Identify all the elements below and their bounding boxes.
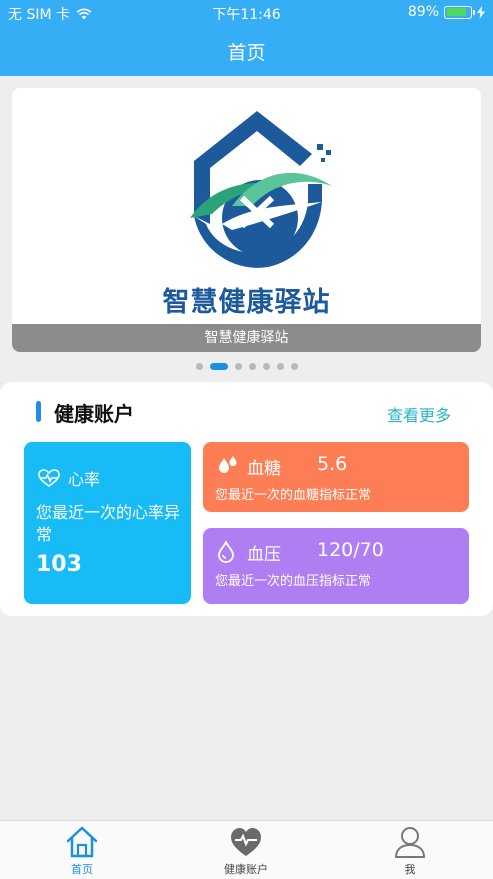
bottom-tab-bar: 首页 健康账户 我 [0, 820, 493, 879]
heart-icon [231, 828, 261, 856]
person-icon [394, 827, 426, 858]
carousel-dot[interactable] [276, 363, 284, 370]
tab-health-account[interactable]: 健康账户 [186, 825, 306, 877]
health-account-card: 健康账户 查看更多 心率 您最近一次的心率异常 103 血糖 5.6 您最近一次… [0, 382, 493, 616]
status-bar: 无 SIM 卡 下午11:46 89% [0, 0, 493, 26]
heart-rate-label: 心率 [68, 470, 101, 489]
blood-sugar-tile[interactable]: 血糖 5.6 您最近一次的血糖指标正常 [203, 442, 469, 512]
blood-pressure-tile[interactable]: 血压 120/70 您最近一次的血压指标正常 [203, 528, 469, 604]
carousel-dot[interactable] [262, 363, 270, 370]
home-icon [66, 826, 98, 858]
tab-health-account-label: 健康账户 [224, 863, 268, 876]
blood-sugar-label: 血糖 [247, 459, 281, 479]
drop-icon [218, 541, 234, 563]
heart-rate-description: 您最近一次的心率异常 [36, 503, 181, 544]
carousel-indicator[interactable] [0, 363, 493, 370]
carousel-dot[interactable] [248, 363, 256, 370]
tab-home-label: 首页 [71, 863, 93, 876]
blood-sugar-description: 您最近一次的血糖指标正常 [215, 488, 372, 503]
tab-me[interactable]: 我 [350, 825, 470, 877]
carousel-dot[interactable] [234, 363, 242, 370]
tab-home[interactable]: 首页 [22, 825, 142, 877]
banner-logo-text: 智慧健康驿站 [162, 287, 331, 318]
banner-caption: 智慧健康驿站 [12, 324, 481, 352]
tab-me-label: 我 [404, 863, 416, 876]
blood-pressure-label: 血压 [247, 545, 281, 565]
blood-sugar-value: 5.6 [317, 453, 348, 475]
status-right: 89% [408, 4, 485, 20]
carousel-dot[interactable] [195, 363, 203, 370]
carousel-dot-active[interactable] [209, 363, 228, 370]
page-title: 首页 [227, 42, 266, 64]
blood-pressure-description: 您最近一次的血压指标正常 [215, 574, 372, 589]
heart-rate-head: 心率 [38, 466, 100, 490]
heartbeat-icon [38, 469, 60, 487]
charging-icon [477, 5, 485, 19]
heart-rate-tile[interactable]: 心率 您最近一次的心率异常 103 [24, 442, 191, 604]
banner-carousel[interactable]: 智慧健康驿站 智慧健康驿站 [12, 88, 481, 352]
station-logo-icon [190, 111, 332, 268]
battery-percent: 89% [407, 4, 439, 20]
heart-rate-value: 103 [36, 552, 82, 577]
section-title: 健康账户 [54, 402, 134, 426]
section-marker [36, 401, 41, 422]
battery-icon [444, 5, 475, 19]
blood-drops-icon [219, 456, 237, 473]
view-more-link[interactable]: 查看更多 [387, 402, 451, 426]
top-bar: 无 SIM 卡 下午11:46 89% 首页 [0, 0, 493, 76]
carousel-dot[interactable] [290, 363, 298, 370]
blood-pressure-value: 120/70 [317, 539, 384, 561]
